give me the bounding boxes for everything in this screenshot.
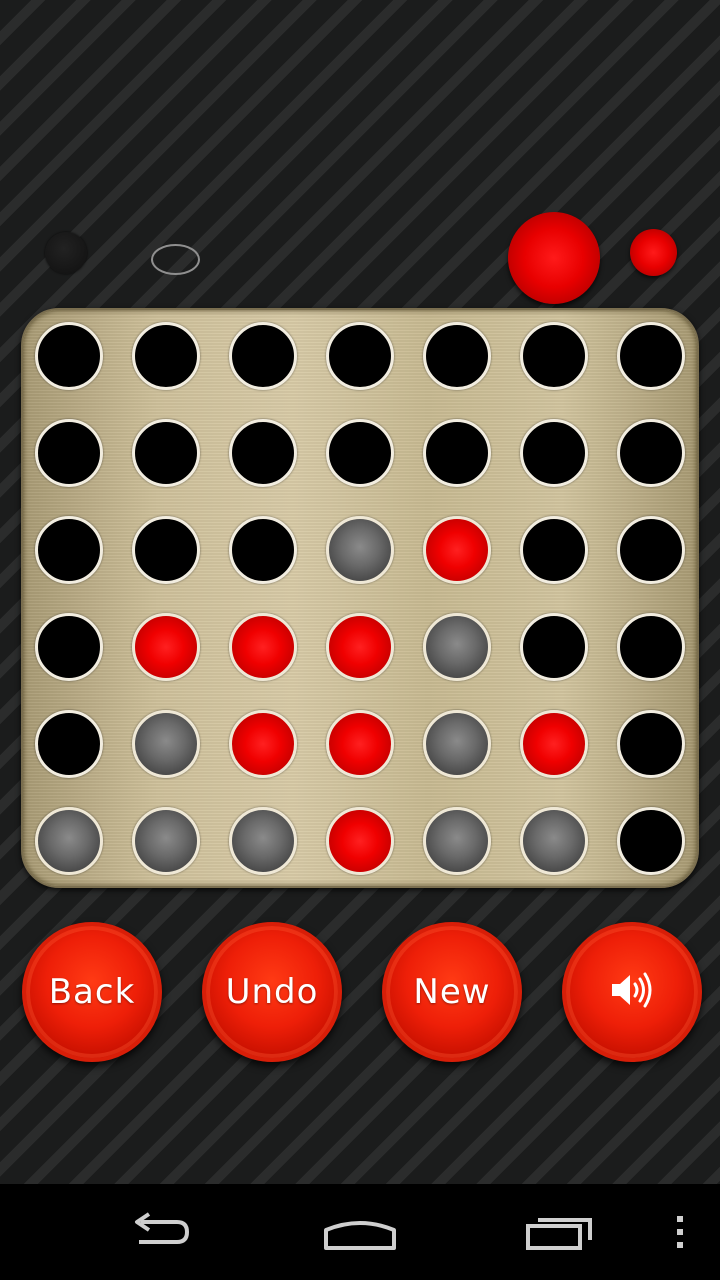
gray-piece[interactable] <box>326 516 394 584</box>
board-slot[interactable] <box>617 710 685 778</box>
board-slot[interactable] <box>35 613 103 681</box>
board-slot[interactable] <box>520 419 588 487</box>
sound-button[interactable] <box>562 922 702 1062</box>
gray-piece[interactable] <box>229 807 297 875</box>
red-piece[interactable] <box>132 613 200 681</box>
undo-button[interactable]: Undo <box>202 922 342 1062</box>
board-slot[interactable] <box>132 516 200 584</box>
board-slot[interactable] <box>520 322 588 390</box>
gray-piece[interactable] <box>423 613 491 681</box>
back-button[interactable]: Back <box>22 922 162 1062</box>
gray-piece[interactable] <box>520 807 588 875</box>
board-slot[interactable] <box>617 419 685 487</box>
board-slot[interactable] <box>326 419 394 487</box>
nav-back-icon[interactable] <box>110 1184 210 1280</box>
board-slot[interactable] <box>229 322 297 390</box>
board-slot[interactable] <box>132 419 200 487</box>
new-button-label: New <box>413 972 491 1012</box>
game-screen: Back Undo New <box>0 0 720 1280</box>
player-one-indicator <box>45 232 87 274</box>
board-slot[interactable] <box>520 516 588 584</box>
player-two-indicator <box>151 244 200 275</box>
board-slot[interactable] <box>35 516 103 584</box>
overflow-menu-icon[interactable] <box>660 1184 700 1280</box>
system-navigation-bar <box>0 1184 720 1280</box>
board-slot[interactable] <box>617 613 685 681</box>
red-piece[interactable] <box>423 516 491 584</box>
board-slot[interactable] <box>326 322 394 390</box>
red-piece[interactable] <box>229 710 297 778</box>
board-slot[interactable] <box>423 322 491 390</box>
gray-piece[interactable] <box>423 807 491 875</box>
current-player-small-piece <box>630 229 677 276</box>
board-slot[interactable] <box>132 322 200 390</box>
gray-piece[interactable] <box>132 710 200 778</box>
board-slot[interactable] <box>617 322 685 390</box>
board-slot[interactable] <box>617 516 685 584</box>
board-slot[interactable] <box>229 419 297 487</box>
speaker-icon <box>608 970 656 1014</box>
gray-piece[interactable] <box>35 807 103 875</box>
red-piece[interactable] <box>326 613 394 681</box>
board-slot[interactable] <box>520 613 588 681</box>
red-piece[interactable] <box>326 807 394 875</box>
board-slot[interactable] <box>229 516 297 584</box>
game-board[interactable] <box>21 308 699 888</box>
red-piece[interactable] <box>520 710 588 778</box>
new-game-button[interactable]: New <box>382 922 522 1062</box>
gray-piece[interactable] <box>132 807 200 875</box>
board-slot[interactable] <box>617 807 685 875</box>
back-button-label: Back <box>48 972 136 1012</box>
red-piece[interactable] <box>229 613 297 681</box>
current-player-piece <box>508 212 600 304</box>
undo-button-label: Undo <box>225 972 319 1012</box>
nav-home-icon[interactable] <box>310 1184 410 1280</box>
gray-piece[interactable] <box>423 710 491 778</box>
board-slot[interactable] <box>35 419 103 487</box>
board-slot[interactable] <box>423 419 491 487</box>
board-slot[interactable] <box>35 322 103 390</box>
nav-recents-icon[interactable] <box>510 1184 610 1280</box>
board-slot[interactable] <box>35 710 103 778</box>
red-piece[interactable] <box>326 710 394 778</box>
